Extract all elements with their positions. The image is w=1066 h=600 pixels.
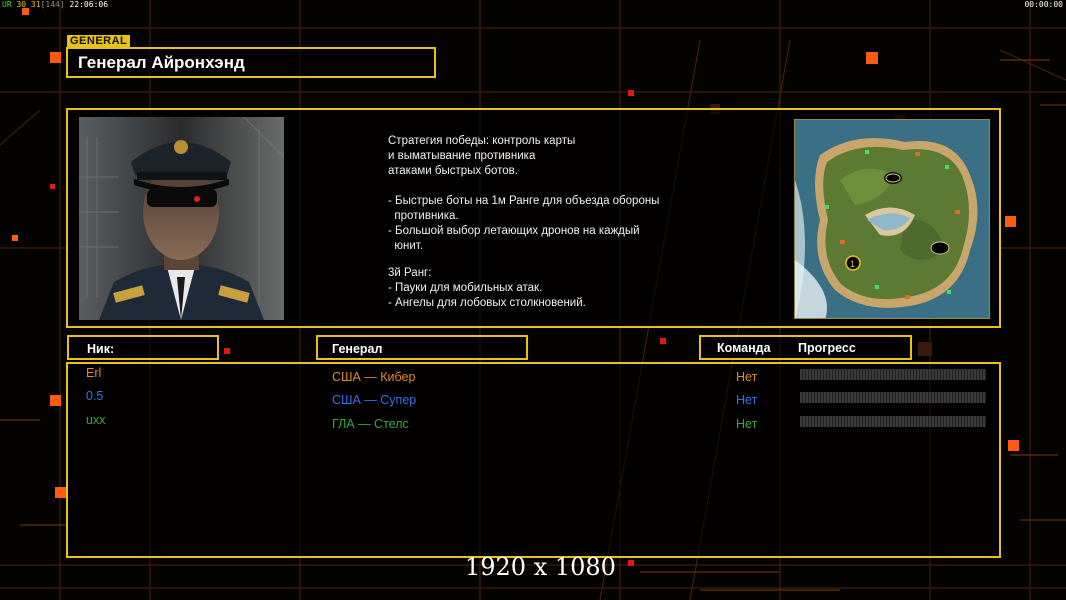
description-line: противника. bbox=[388, 210, 459, 222]
player-general[interactable]: США — Кибер bbox=[332, 370, 415, 384]
player-team[interactable]: Нет bbox=[736, 370, 757, 384]
column-header-team-progress: Команда Прогресс bbox=[699, 335, 912, 360]
description-line: юнит. bbox=[388, 240, 423, 252]
description-line: Стратегия победы: контроль карты bbox=[388, 135, 576, 147]
player-progress-bar bbox=[800, 369, 986, 380]
description-line: - Пауки для мобильных атак. bbox=[388, 282, 543, 294]
player-row[interactable]: uxx ГЛА — Стелс Нет bbox=[68, 413, 1003, 433]
general-tag: GENERAL bbox=[67, 35, 131, 47]
description-line: - Быстрые боты на 1м Ранге для объезда о… bbox=[388, 195, 660, 207]
description-line: - Ангелы для лобовых столкновений. bbox=[388, 297, 586, 309]
header-team-label: Команда bbox=[717, 341, 771, 355]
hud-numbers: 30 31 bbox=[16, 0, 41, 9]
player-progress-bar bbox=[800, 416, 986, 427]
header-general-label: Генерал bbox=[332, 342, 383, 356]
svg-text:1: 1 bbox=[850, 259, 855, 269]
column-header-nick: Ник: bbox=[67, 335, 219, 360]
description-line bbox=[388, 254, 768, 266]
player-general[interactable]: ГЛА — Стелс bbox=[332, 417, 409, 431]
general-portrait-image bbox=[79, 117, 284, 320]
description-line bbox=[388, 179, 768, 194]
player-team[interactable]: Нет bbox=[736, 393, 757, 407]
description-line: 3й Ранг: bbox=[388, 267, 432, 279]
general-name: Генерал Айронхэнд bbox=[78, 53, 245, 72]
player-team[interactable]: Нет bbox=[736, 417, 757, 431]
player-nick: uxx bbox=[86, 413, 106, 427]
player-progress-bar bbox=[800, 392, 986, 403]
hud-prefix: UR bbox=[2, 0, 12, 9]
players-panel: Erl США — Кибер Нет 0.5 США — Супер Нет … bbox=[66, 362, 1001, 558]
player-general[interactable]: США — Супер bbox=[332, 393, 416, 407]
player-row[interactable]: Erl США — Кибер Нет bbox=[68, 366, 1003, 386]
hud-status-left: UR 30 31[144] 22:06:06 bbox=[2, 0, 108, 9]
description-line: и выматывание противника bbox=[388, 150, 536, 162]
minimap-image: 1 bbox=[794, 119, 990, 319]
player-nick: Erl bbox=[86, 366, 102, 380]
general-description: Стратегия победы: контроль карты и вымат… bbox=[388, 134, 768, 311]
player-row[interactable]: 0.5 США — Супер Нет bbox=[68, 389, 1003, 409]
description-line: атаками быстрых ботов. bbox=[388, 165, 518, 177]
description-line: - Большой выбор летающих дронов на кажды… bbox=[388, 225, 640, 237]
hud-clock-left: 22:06:06 bbox=[69, 0, 109, 9]
resolution-label: 1920 x 1080 bbox=[465, 553, 616, 581]
player-nick: 0.5 bbox=[86, 389, 104, 403]
header-progress-label: Прогресс bbox=[798, 341, 856, 355]
hud-bracket: [144] bbox=[40, 0, 65, 9]
column-header-general: Генерал bbox=[316, 335, 528, 360]
hud-clock-right: 00:00:00 bbox=[1024, 0, 1063, 9]
general-title-box: Генерал Айронхэнд bbox=[66, 47, 436, 78]
header-nick-label: Ник: bbox=[87, 342, 115, 356]
